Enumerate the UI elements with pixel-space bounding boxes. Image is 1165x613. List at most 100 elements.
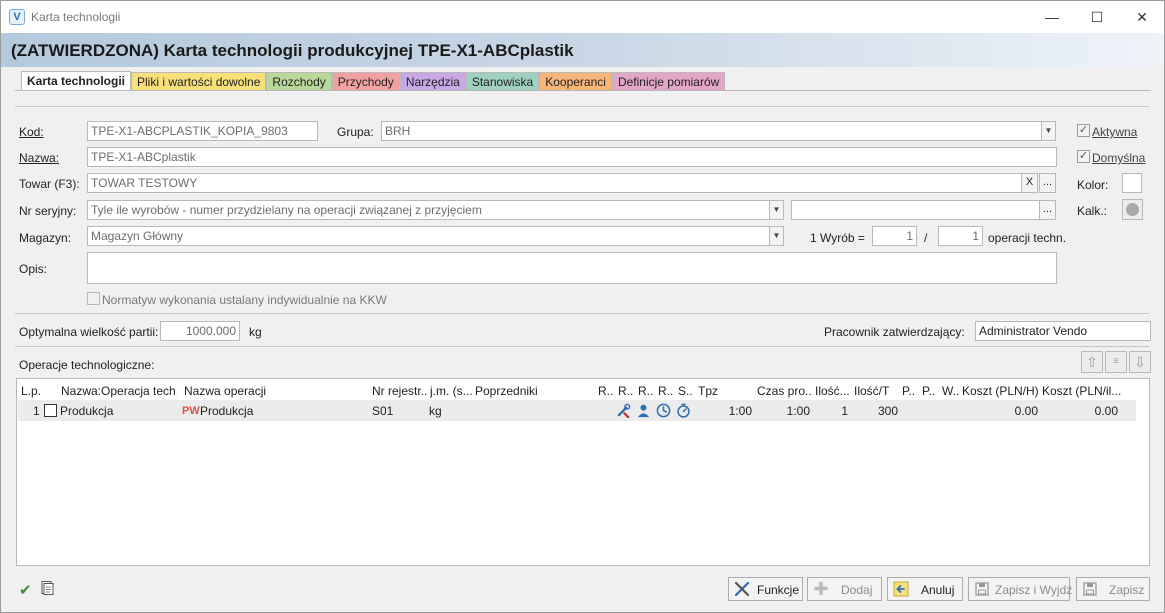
approve-check-icon[interactable]: ✔: [19, 581, 32, 599]
tab-kooperanci[interactable]: Kooperanci: [539, 72, 612, 91]
row-nazwa: Produkcja: [200, 404, 254, 418]
normatyw-checkbox[interactable]: [87, 292, 100, 305]
column-header[interactable]: Czas pro...: [757, 384, 813, 398]
column-header[interactable]: Koszt (PLN/H): [962, 384, 1042, 398]
clock-icon: [656, 403, 671, 418]
page-title: (ZATWIERDZONA) Karta technologii produkc…: [11, 41, 574, 60]
nr-seryjny-browse-button[interactable]: ...: [1039, 200, 1056, 220]
row-nr: S01: [372, 404, 394, 418]
opis-label: Opis:: [19, 262, 48, 276]
move-down-icon[interactable]: ⇩: [1129, 351, 1151, 373]
table-row[interactable]: 1 Produkcja PW Produkcja S01 kg 1:00 1:0…: [18, 400, 1136, 421]
zapisz-i-wyjdz-label: Zapisz i Wyjdź: [995, 583, 1073, 597]
pracownik-field[interactable]: Administrator Vendo: [975, 321, 1151, 341]
funkcje-button[interactable]: Funkcje: [728, 577, 803, 601]
wyrob-label: 1 Wyrób =: [810, 231, 865, 245]
move-up-icon[interactable]: ⇧: [1081, 351, 1103, 373]
column-header[interactable]: L.p.: [21, 384, 51, 398]
nazwa-field[interactable]: TPE-X1-ABCplastik: [87, 147, 1057, 167]
kalk-button[interactable]: [1122, 199, 1143, 220]
row-czas: 1:00: [786, 404, 810, 418]
magazyn-label: Magazyn:: [19, 231, 72, 245]
kod-field[interactable]: TPE-X1-ABCPLASTIK_KOPIA_9803: [87, 121, 318, 141]
divider: [15, 106, 1149, 107]
maximize-icon[interactable]: ☐: [1074, 1, 1120, 33]
tab-definicje-pomiarow[interactable]: Definicje pomiarów: [611, 72, 726, 91]
nazwa-label: Nazwa:: [19, 151, 60, 165]
nr-seryjny-select[interactable]: Tyle ile wyrobów - numer przydzielany na…: [87, 200, 770, 220]
title-bar: V Karta technologii — ☐ ✕: [1, 1, 1164, 33]
partia-field[interactable]: 1000.000: [160, 321, 240, 341]
stopwatch-icon: [677, 403, 690, 418]
towar-label: Towar (F3):: [19, 177, 80, 191]
worker-icon: [637, 404, 650, 418]
row-koszt-il: 0.00: [1094, 404, 1118, 418]
column-header[interactable]: Koszt (PLN/il...: [1042, 384, 1132, 398]
towar-browse-button[interactable]: ...: [1039, 173, 1056, 193]
document-header: (ZATWIERDZONA) Karta technologii produkc…: [1, 33, 1164, 67]
column-header[interactable]: Nr rejestr...: [372, 384, 428, 398]
magazyn-dropdown-icon[interactable]: ▼: [769, 226, 784, 246]
save-icon: [1083, 582, 1097, 596]
grupa-select[interactable]: BRH: [381, 121, 1042, 141]
column-header[interactable]: S..: [678, 384, 696, 398]
tab-pliki[interactable]: Pliki i wartości dowolne: [131, 72, 267, 91]
tab-karta-technologii[interactable]: Karta technologii: [21, 71, 132, 91]
column-header[interactable]: j.m. (s...: [430, 384, 474, 398]
grupa-label: Grupa:: [337, 125, 374, 139]
close-icon[interactable]: ✕: [1119, 1, 1164, 33]
column-header[interactable]: R..: [638, 384, 656, 398]
tab-rozchody[interactable]: Rozchody: [266, 72, 332, 91]
column-header[interactable]: W..: [942, 384, 962, 398]
domyslna-checkbox[interactable]: ✓: [1077, 150, 1090, 163]
zapisz-button[interactable]: Zapisz: [1076, 577, 1150, 601]
row-koszt-h: 0.00: [1014, 404, 1038, 418]
zapisz-label: Zapisz: [1109, 583, 1145, 597]
zapisz-i-wyjdz-button[interactable]: Zapisz i Wyjdź: [968, 577, 1073, 601]
pw-tag-icon: PW: [182, 405, 200, 417]
column-header[interactable]: Nazwa:Operacja tech.: [61, 384, 177, 398]
anuluj-button[interactable]: Anuluj: [887, 577, 963, 601]
nr-seryjny-extra-field[interactable]: [791, 200, 1040, 220]
column-header[interactable]: Poprzedniki: [475, 384, 585, 398]
towar-clear-button[interactable]: X: [1021, 173, 1038, 193]
row-checkbox[interactable]: [44, 404, 57, 417]
document-icon[interactable]: [39, 580, 55, 596]
column-header[interactable]: Ilość/T: [854, 384, 898, 398]
column-header[interactable]: Ilość...: [815, 384, 853, 398]
tab-stanowiska[interactable]: Stanowiska: [465, 72, 540, 91]
normatyw-label: Normatyw wykonania ustalany indywidualni…: [102, 293, 387, 307]
pracownik-label: Pracownik zatwierdzający:: [824, 325, 965, 339]
opis-textarea[interactable]: [87, 252, 1057, 284]
tab-bar: Karta technologii Pliki i wartości dowol…: [21, 71, 726, 91]
main-window: V Karta technologii — ☐ ✕ (ZATWIERDZONA)…: [0, 0, 1165, 613]
sort-icon[interactable]: ≡: [1105, 351, 1127, 373]
column-header[interactable]: R..: [598, 384, 616, 398]
wyrob-field[interactable]: 1: [872, 226, 917, 246]
column-header[interactable]: Nazwa operacji: [184, 384, 304, 398]
funkcje-label: Funkcje: [757, 583, 800, 597]
nr-seryjny-label: Nr seryjny:: [19, 204, 77, 218]
towar-field[interactable]: TOWAR TESTOWY: [87, 173, 1022, 193]
nr-seryjny-dropdown-icon[interactable]: ▼: [769, 200, 784, 220]
row-ilosc: 1: [841, 404, 848, 418]
tab-narzedzia[interactable]: Narzędzia: [399, 72, 466, 91]
column-header[interactable]: Tpz: [698, 384, 728, 398]
row-lp: 1: [33, 404, 40, 418]
divider: [15, 313, 1149, 314]
kalk-label: Kalk.:: [1077, 204, 1108, 218]
operacji-field[interactable]: 1: [938, 226, 983, 246]
column-header[interactable]: P..: [902, 384, 920, 398]
aktywna-checkbox[interactable]: ✓: [1077, 124, 1090, 137]
tab-przychody[interactable]: Przychody: [331, 72, 400, 91]
grupa-dropdown-icon[interactable]: ▼: [1041, 121, 1056, 141]
kod-label: Kod:: [19, 125, 44, 139]
dodaj-button[interactable]: ✚ Dodaj: [807, 577, 882, 601]
kolor-swatch[interactable]: [1122, 173, 1142, 193]
minimize-icon[interactable]: —: [1029, 1, 1075, 33]
column-header[interactable]: R..: [618, 384, 636, 398]
column-header[interactable]: P..: [922, 384, 940, 398]
divider: [15, 346, 1149, 347]
column-header[interactable]: R..: [658, 384, 676, 398]
magazyn-select[interactable]: Magazyn Główny: [87, 226, 770, 246]
